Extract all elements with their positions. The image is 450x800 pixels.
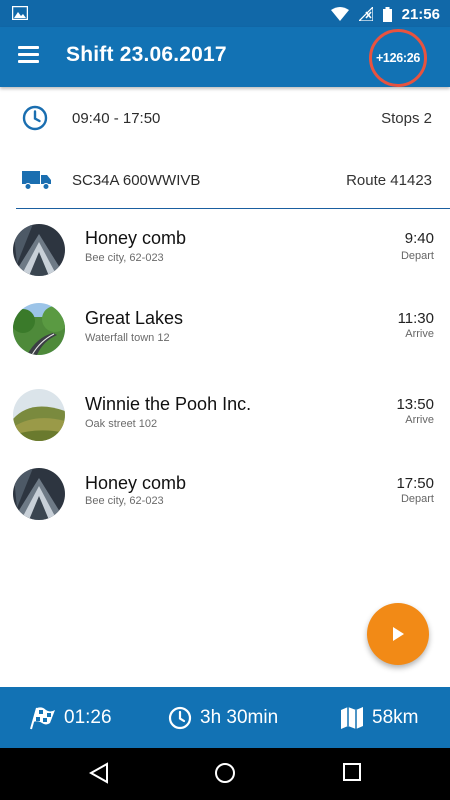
menu-icon[interactable]	[18, 46, 42, 68]
image-icon	[12, 6, 28, 20]
stop-name: Honey comb	[85, 473, 187, 493]
home-icon[interactable]	[214, 762, 236, 784]
stop-avatar	[13, 389, 65, 441]
list-item[interactable]: Honey comb Bee city, 62-023 9:40 Depart	[0, 210, 450, 290]
shift-time-row: 09:40 - 17:50 Stops 2	[0, 88, 450, 148]
stop-type: Arrive	[405, 328, 434, 340]
elapsed-summary: 01:26	[28, 687, 112, 748]
duration-summary: 3h 30min	[168, 687, 278, 748]
start-route-button[interactable]	[367, 603, 429, 665]
stop-address: Waterfall town 12	[85, 332, 170, 344]
app-bar: Shift 23.06.2017 +126:26	[0, 27, 450, 87]
checkered-flag-icon	[30, 706, 55, 729]
vehicle-plate: SC34A 600WWIVB	[72, 171, 201, 189]
stop-time: 13:50	[396, 396, 434, 413]
back-icon[interactable]	[88, 762, 110, 784]
summary-bar: 01:26 3h 30min 58km	[0, 687, 450, 748]
stop-address: Oak street 102	[85, 418, 158, 430]
stop-type: Depart	[400, 493, 434, 505]
stop-avatar	[13, 224, 65, 276]
distance-summary: 58km	[340, 687, 418, 748]
status-bar: 21:56	[0, 0, 450, 27]
page-title: Shift 23.06.2017	[66, 43, 227, 66]
stop-address: Bee city, 62-023	[85, 252, 164, 264]
route-number: Route 41423	[346, 171, 432, 189]
status-time: 21:56	[401, 5, 440, 23]
shift-time-range: 09:40 - 17:50	[72, 109, 161, 127]
wifi-icon	[330, 7, 349, 21]
stops-count: Stops 2	[381, 109, 432, 127]
stop-name: Honey comb	[85, 228, 187, 248]
divider	[16, 208, 450, 209]
stop-type: Depart	[400, 250, 434, 262]
map-icon	[341, 706, 363, 729]
system-nav-bar	[0, 748, 450, 800]
stop-type: Arrive	[405, 414, 434, 426]
play-icon	[393, 627, 404, 641]
vehicle-row: SC34A 600WWIVB Route 41423	[0, 150, 450, 210]
battery-icon	[382, 6, 392, 22]
stop-name: Winnie the Pooh Inc.	[85, 394, 252, 414]
list-item[interactable]: Great Lakes Waterfall town 12 11:30 Arri…	[0, 290, 450, 370]
list-item[interactable]: Honey comb Bee city, 62-023 17:50 Depart	[0, 455, 450, 535]
stop-time: 17:50	[396, 475, 434, 492]
stop-avatar	[13, 303, 65, 355]
no-signal-icon	[358, 7, 373, 21]
clock-icon	[168, 706, 192, 729]
stop-address: Bee city, 62-023	[85, 495, 164, 507]
duration-value: 3h 30min	[200, 706, 279, 728]
overtime-badge[interactable]: +126:26	[369, 29, 427, 87]
list-item[interactable]: Winnie the Pooh Inc. Oak street 102 13:5…	[0, 376, 450, 456]
overtime-value: +126:26	[375, 51, 421, 65]
stop-time: 11:30	[397, 310, 434, 327]
clock-icon	[22, 105, 48, 131]
distance-value: 58km	[372, 706, 419, 728]
stop-time: 9:40	[404, 230, 434, 247]
elapsed-value: 01:26	[64, 706, 112, 728]
stop-name: Great Lakes	[85, 308, 184, 328]
recents-icon[interactable]	[342, 762, 362, 782]
truck-icon	[22, 171, 51, 190]
stop-avatar	[13, 468, 65, 520]
